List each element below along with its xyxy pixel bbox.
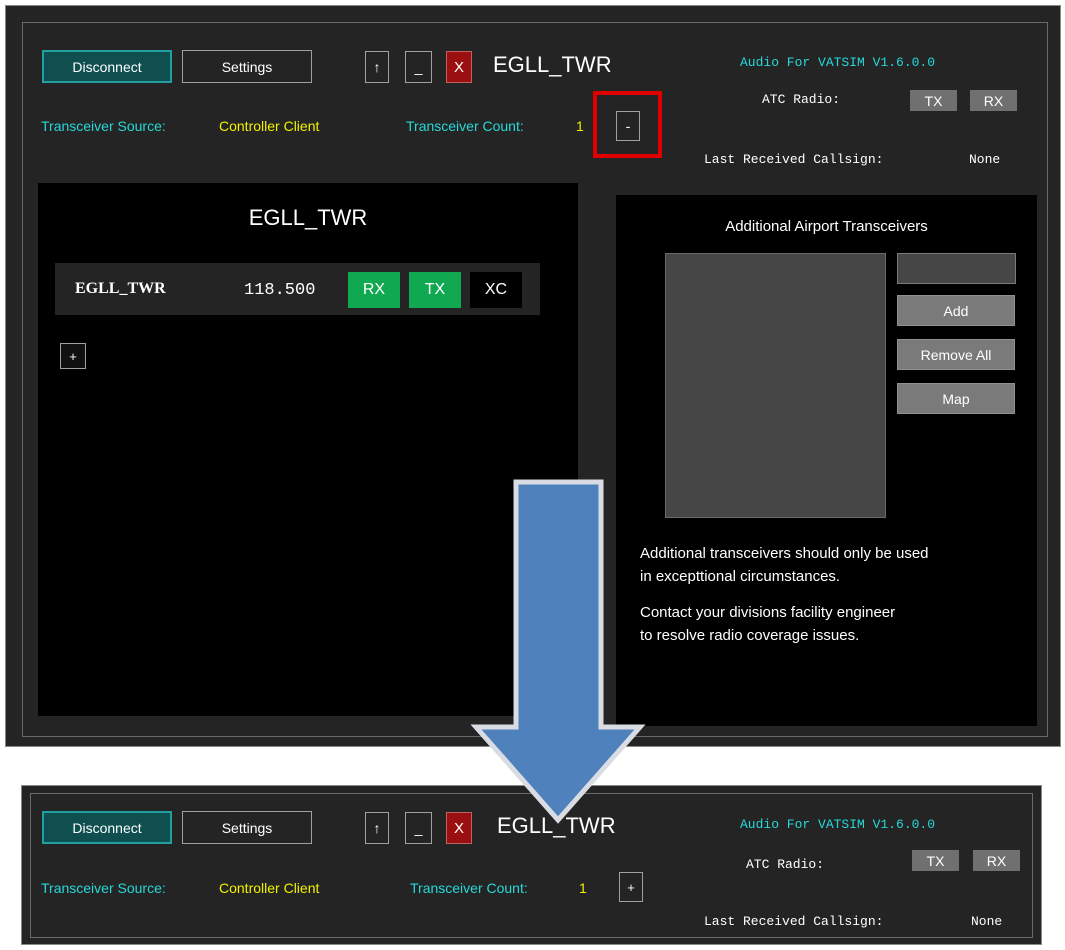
transition-arrow bbox=[470, 479, 646, 824]
arrow-shape bbox=[470, 479, 646, 824]
